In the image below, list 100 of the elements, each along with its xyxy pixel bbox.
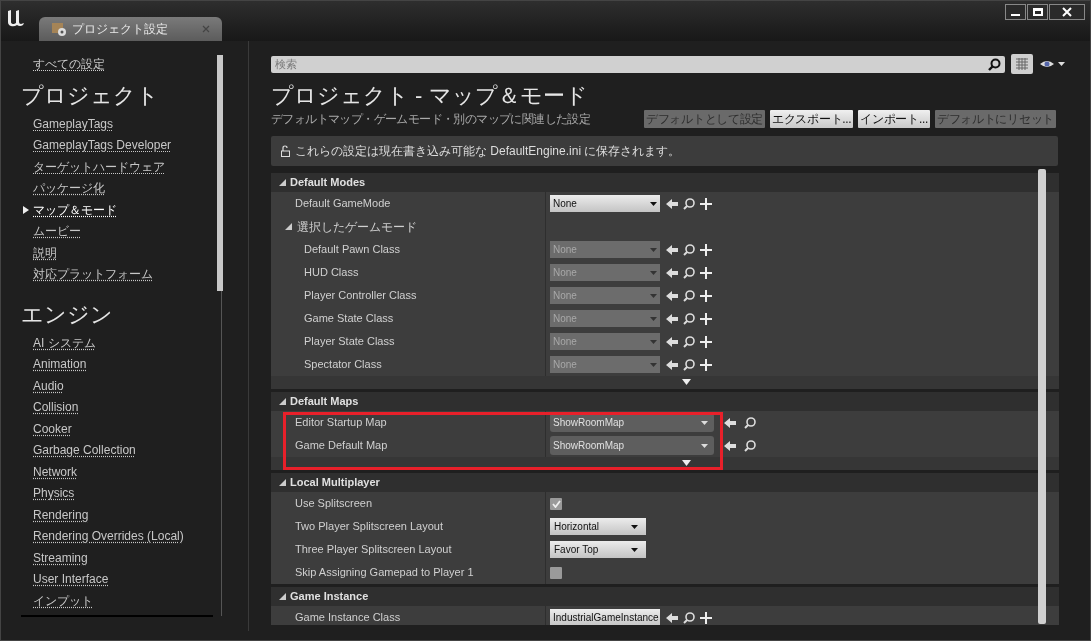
show-advanced-icon[interactable] bbox=[681, 460, 691, 466]
sidebar-link[interactable]: GameplayTags bbox=[33, 114, 114, 133]
left-arrow-icon[interactable] bbox=[666, 289, 678, 302]
expand-toggle-icon[interactable] bbox=[279, 398, 286, 405]
sidebar-link[interactable]: Rendering bbox=[33, 505, 89, 524]
minimize-button[interactable] bbox=[1005, 4, 1026, 20]
sidebar-link[interactable]: ターゲットハードウェア bbox=[33, 157, 165, 176]
toolbar-button[interactable]: エクスポート... bbox=[770, 110, 854, 128]
sidebar-link[interactable]: すべての設定 bbox=[33, 55, 105, 75]
plus-icon[interactable] bbox=[700, 312, 712, 325]
left-arrow-icon[interactable] bbox=[666, 197, 678, 210]
show-advanced-icon[interactable] bbox=[681, 379, 691, 385]
left-arrow-icon[interactable] bbox=[666, 312, 678, 325]
left-arrow-icon[interactable] bbox=[666, 358, 678, 371]
search-icon[interactable] bbox=[683, 243, 695, 256]
expand-toggle-icon[interactable] bbox=[279, 593, 286, 600]
sidebar-link[interactable]: 説明 bbox=[33, 243, 57, 262]
plus-icon[interactable] bbox=[700, 611, 712, 624]
plus-icon[interactable] bbox=[700, 358, 712, 371]
object-dropdown[interactable]: None bbox=[550, 195, 660, 212]
page-title: プロジェクト - マップ＆モード bbox=[271, 83, 589, 109]
plus-icon[interactable] bbox=[700, 289, 712, 302]
dropdown-arrow-icon bbox=[631, 524, 638, 529]
sidebar-link[interactable]: Rendering Overrides (Local) bbox=[33, 527, 184, 546]
property-label: Game State Class bbox=[304, 311, 394, 327]
sidebar-link[interactable]: ムービー bbox=[33, 222, 81, 241]
search-icon[interactable] bbox=[683, 197, 695, 210]
plus-icon[interactable] bbox=[700, 197, 712, 210]
property-label: Editor Startup Map bbox=[295, 415, 387, 431]
sidebar-link[interactable]: Audio bbox=[33, 376, 64, 395]
tab-title: プロジェクト設定 bbox=[72, 21, 169, 38]
search-icon[interactable] bbox=[683, 312, 695, 325]
settings-tab[interactable]: プロジェクト設定 bbox=[39, 17, 222, 41]
dropdown-arrow-icon bbox=[701, 420, 708, 425]
checkbox[interactable] bbox=[550, 566, 562, 579]
left-arrow-icon[interactable] bbox=[724, 439, 736, 452]
left-arrow-icon[interactable] bbox=[724, 416, 736, 429]
plus-icon[interactable] bbox=[700, 335, 712, 348]
page-subtitle: デフォルトマップ・ゲームモード・別のマップに関連した設定 bbox=[271, 111, 591, 128]
grid-icon bbox=[1015, 58, 1029, 70]
search-icon[interactable] bbox=[683, 358, 695, 371]
left-arrow-icon[interactable] bbox=[666, 243, 678, 256]
left-arrow-icon[interactable] bbox=[666, 335, 678, 348]
sidebar-link[interactable]: Animation bbox=[33, 355, 87, 374]
eye-icon[interactable] bbox=[1039, 58, 1067, 70]
expand-toggle-icon[interactable] bbox=[279, 479, 286, 486]
search-icon[interactable] bbox=[683, 289, 695, 302]
search-icon[interactable] bbox=[744, 439, 756, 452]
plus-icon[interactable] bbox=[700, 266, 712, 279]
sidebar-link[interactable]: Collision bbox=[33, 398, 79, 417]
unlock-icon bbox=[281, 145, 290, 157]
object-dropdown[interactable]: IndustrialGameInstance bbox=[550, 609, 660, 625]
sidebar-link[interactable]: Physics bbox=[33, 484, 75, 503]
expand-toggle-icon[interactable] bbox=[279, 179, 286, 186]
map-dropdown[interactable]: ShowRoomMap bbox=[550, 436, 714, 455]
sidebar-link[interactable]: Network bbox=[33, 462, 77, 481]
property-label: Default GameMode bbox=[295, 196, 391, 212]
dropdown-arrow-icon bbox=[650, 316, 657, 321]
sidebar-link[interactable]: Streaming bbox=[33, 548, 88, 567]
scrollbar-thumb[interactable] bbox=[1038, 169, 1046, 624]
plus-icon[interactable] bbox=[700, 243, 712, 256]
search-icon[interactable] bbox=[683, 611, 695, 624]
search-icon[interactable] bbox=[683, 335, 695, 348]
section-header[interactable]: Local Multiplayer bbox=[271, 473, 1059, 492]
left-arrow-icon[interactable] bbox=[666, 266, 678, 279]
sidebar-link[interactable]: Garbage Collection bbox=[33, 441, 136, 460]
enum-dropdown[interactable]: Favor Top bbox=[550, 541, 646, 558]
property-label: Player Controller Class bbox=[304, 288, 417, 304]
sidebar-link[interactable]: Cooker bbox=[33, 419, 72, 438]
sidebar-link[interactable]: AI システム bbox=[33, 333, 96, 352]
left-arrow-icon[interactable] bbox=[666, 611, 678, 624]
scrollbar-thumb[interactable] bbox=[217, 55, 223, 291]
section-header[interactable]: Default Maps bbox=[271, 392, 1059, 411]
property-label: Player State Class bbox=[304, 334, 395, 350]
sidebar-link[interactable]: マップ＆モード bbox=[33, 200, 117, 219]
property-label: 選択したゲームモード bbox=[297, 218, 417, 236]
sidebar-heading: エンジン bbox=[21, 302, 113, 328]
checkmark-icon bbox=[551, 499, 561, 508]
sidebar-link[interactable]: 対応プラットフォーム bbox=[33, 265, 153, 284]
settings-box-icon bbox=[51, 21, 67, 37]
search-icon[interactable] bbox=[744, 416, 756, 429]
grid-view-button[interactable] bbox=[1011, 54, 1033, 74]
sidebar-link[interactable]: インプット bbox=[33, 591, 93, 610]
close-button[interactable] bbox=[1049, 4, 1085, 20]
checkbox[interactable] bbox=[550, 497, 562, 510]
section-header[interactable]: Game Instance bbox=[271, 587, 1059, 606]
property-label: Default Pawn Class bbox=[304, 242, 400, 258]
toolbar-button[interactable]: インポート... bbox=[858, 110, 930, 128]
search-icon[interactable] bbox=[988, 57, 1001, 71]
maximize-button[interactable] bbox=[1027, 4, 1048, 20]
search-icon[interactable] bbox=[683, 266, 695, 279]
expand-toggle-icon[interactable] bbox=[285, 223, 292, 230]
close-icon bbox=[1062, 7, 1072, 17]
dropdown-arrow-icon bbox=[650, 247, 657, 252]
notice-text: これらの設定は現在書き込み可能な DefaultEngine.ini に保存されます。 bbox=[295, 143, 681, 160]
sidebar-link[interactable]: パッケージ化 bbox=[33, 179, 105, 198]
sidebar-link[interactable]: User Interface bbox=[33, 570, 109, 589]
enum-dropdown[interactable]: Horizontal bbox=[550, 518, 646, 535]
section-header[interactable]: Default Modes bbox=[271, 173, 1059, 192]
sidebar-link[interactable]: GameplayTags Developer bbox=[33, 136, 172, 155]
